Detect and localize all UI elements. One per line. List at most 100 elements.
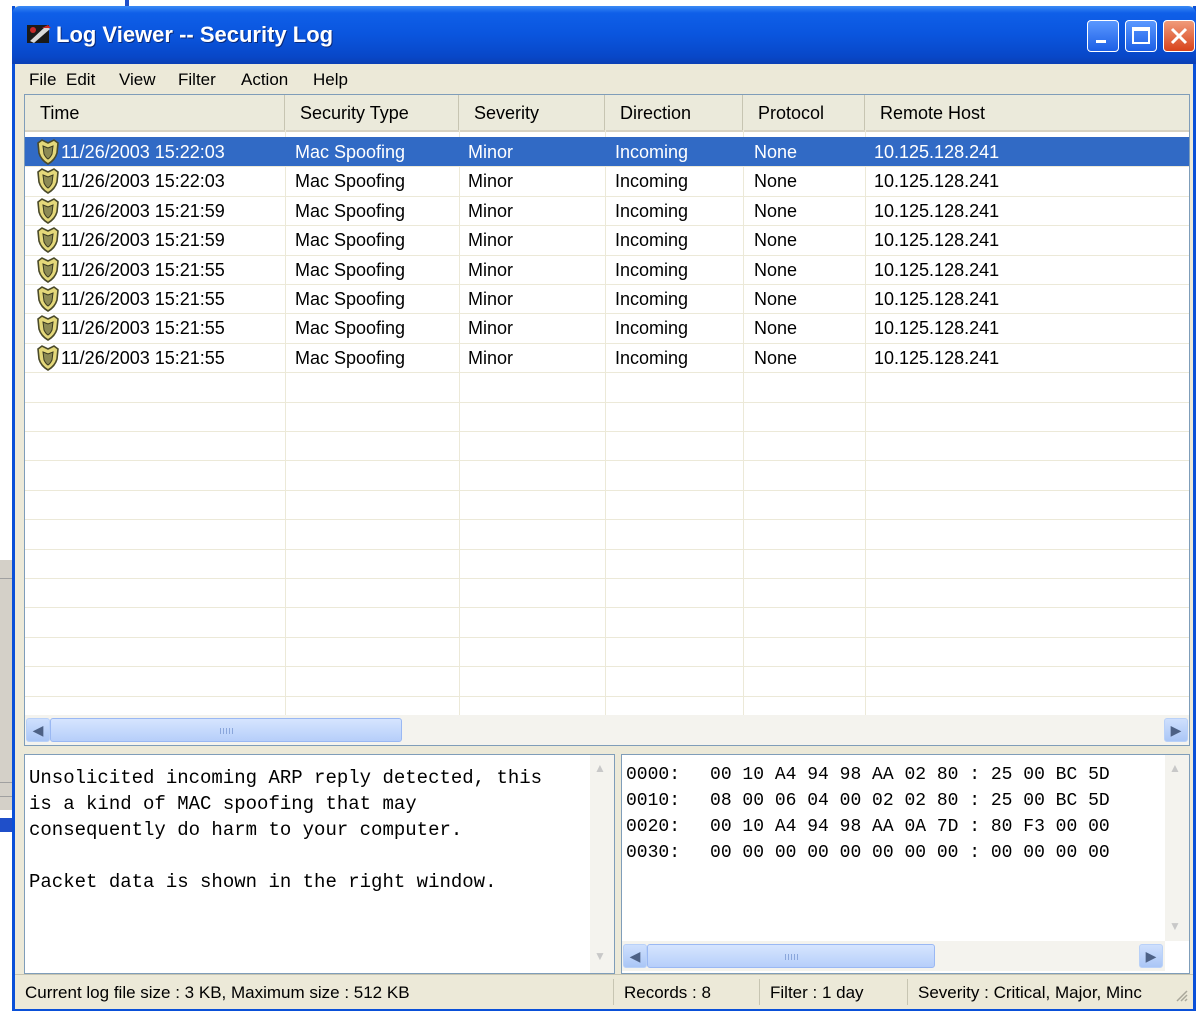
grid-line	[25, 431, 1189, 432]
table-row[interactable]: 11/26/2003 15:21:55 Mac Spoofing Minor Inco…	[25, 313, 1189, 342]
table-row[interactable]: 11/26/2003 15:21:55 Mac Spoofing Minor Inco…	[25, 343, 1189, 372]
log-viewer-window: Log Viewer -- Security Log File Edit Vie…	[12, 6, 1196, 1011]
table-row[interactable]: 11/26/2003 15:21:55 Mac Spoofing Minor Inco…	[25, 284, 1189, 313]
menu-action[interactable]: Action	[241, 70, 288, 90]
packet-data-pane[interactable]: 0000: 00 10 A4 94 98 AA 02 80 : 25 00 BC …	[621, 754, 1190, 974]
grid-line	[25, 460, 1189, 461]
cell-protocol: None	[754, 200, 798, 221]
status-severity: Severity : Critical, Major, Minc	[907, 979, 1167, 1005]
cell-type: Mac Spoofing	[295, 200, 406, 221]
column-header-time[interactable]: Time	[25, 95, 285, 130]
minimize-button[interactable]	[1087, 20, 1119, 52]
hex-line: 0000: 00 10 A4 94 98 AA 02 80 : 25 00 BC …	[626, 765, 1110, 785]
shield-icon	[37, 286, 59, 312]
hex-offset: 0030:	[626, 843, 681, 863]
scroll-left-button[interactable]: ◀	[26, 718, 50, 742]
grid-line	[25, 666, 1189, 667]
cell-host: 10.125.128.241	[874, 289, 1000, 309]
event-description-pane[interactable]: Unsolicited incoming ARP reply detected,…	[24, 754, 615, 974]
scrollbar-thumb[interactable]	[647, 944, 935, 968]
maximize-icon	[1132, 27, 1150, 44]
close-icon	[1170, 27, 1188, 45]
title-bar[interactable]: Log Viewer -- Security Log	[12, 6, 1196, 64]
cell-severity: Minor	[468, 347, 514, 368]
menu-filter[interactable]: Filter	[178, 70, 216, 90]
column-header-severity[interactable]: Severity	[459, 95, 605, 130]
cell-severity: Minor	[468, 289, 514, 309]
cell-time: 11/26/2003 15:21:55	[61, 318, 225, 339]
table-row[interactable]: 11/26/2003 15:21:59 Mac Spoofing Minor Inco…	[25, 225, 1189, 254]
event-description: Unsolicited incoming ARP reply detected,…	[29, 767, 543, 893]
cell-type: Mac Spoofing	[295, 347, 406, 368]
grid-line	[25, 372, 1189, 373]
packet-horizontal-scrollbar[interactable]: ◀ ▶	[622, 941, 1165, 971]
shield-icon	[37, 315, 59, 342]
cell-severity: Minor	[468, 259, 514, 280]
close-button[interactable]	[1163, 20, 1195, 52]
table-row[interactable]: 11/26/2003 15:21:59 Mac Spoofing Minor Inco…	[25, 196, 1189, 225]
cell-direction: Incoming	[615, 318, 689, 339]
cell-protocol: None	[754, 347, 798, 368]
window-title: Log Viewer -- Security Log	[56, 22, 334, 47]
cell-type: Mac Spoofing	[295, 259, 406, 280]
scrollbar-thumb[interactable]	[50, 718, 402, 742]
scroll-up-icon[interactable]: ▲	[1169, 761, 1181, 775]
column-header-remote-host[interactable]: Remote Host	[865, 95, 1189, 130]
list-horizontal-scrollbar[interactable]: ◀ ▶	[25, 715, 1189, 745]
cell-severity: Minor	[468, 200, 514, 221]
hex-line: 0010: 08 00 06 04 00 02 02 80 : 25 00 BC …	[626, 791, 1110, 811]
cell-host: 10.125.128.241	[874, 259, 1000, 280]
menu-help[interactable]: Help	[313, 70, 348, 90]
grid-line	[25, 578, 1189, 579]
column-header-protocol[interactable]: Protocol	[743, 95, 865, 130]
hex-bytes: 08 00 06 04 00 02 02 80 : 25 00 BC 5D	[710, 791, 1110, 811]
cell-type: Mac Spoofing	[295, 289, 406, 309]
packet-vertical-scrollbar[interactable]: ▲ ▼	[1165, 755, 1189, 941]
hex-bytes: 00 00 00 00 00 00 00 00 : 00 00 00 00	[710, 843, 1110, 863]
cell-host: 10.125.128.241	[874, 230, 1000, 251]
table-row[interactable]: 11/26/2003 15:21:55 Mac Spoofing Minor Inco…	[25, 255, 1189, 284]
column-header-direction[interactable]: Direction	[605, 95, 743, 130]
cell-time: 11/26/2003 15:22:03	[61, 142, 225, 162]
resize-grip-icon[interactable]	[1173, 987, 1189, 1003]
scroll-down-icon[interactable]: ▼	[1169, 919, 1181, 933]
menu-edit[interactable]: Edit	[66, 70, 95, 90]
table-row[interactable]: 11/26/2003 15:22:03 Mac Spoofing Minor Inco…	[25, 137, 1189, 166]
cell-direction: Incoming	[615, 230, 689, 251]
menu-view[interactable]: View	[119, 70, 156, 90]
cell-time: 11/26/2003 15:21:59	[61, 200, 225, 221]
scroll-up-icon[interactable]: ▲	[594, 761, 606, 775]
hex-offset: 0000:	[626, 765, 681, 785]
cell-direction: Incoming	[615, 142, 689, 162]
scroll-right-button[interactable]: ▶	[1164, 718, 1188, 742]
hex-line: 0020: 00 10 A4 94 98 AA 0A 7D : 80 F3 00 …	[626, 817, 1110, 837]
scroll-right-button[interactable]: ▶	[1139, 944, 1163, 968]
grid-line	[25, 696, 1189, 697]
cell-protocol: None	[754, 230, 798, 251]
log-list[interactable]: Time Security Type Severity Direction Pr…	[24, 94, 1190, 746]
status-filter: Filter : 1 day	[759, 979, 907, 1005]
grid-line	[25, 519, 1189, 520]
shield-icon	[37, 197, 59, 224]
cell-protocol: None	[754, 259, 798, 280]
maximize-button[interactable]	[1125, 20, 1157, 52]
cell-type: Mac Spoofing	[295, 318, 406, 339]
cell-host: 10.125.128.241	[874, 171, 1000, 192]
cell-type: Mac Spoofing	[295, 230, 406, 251]
scroll-down-icon[interactable]: ▼	[594, 949, 606, 963]
cell-direction: Incoming	[615, 289, 689, 309]
cell-host: 10.125.128.241	[874, 200, 1000, 221]
cell-direction: Incoming	[615, 259, 689, 280]
menu-bar: File Edit View Filter Action Help	[15, 64, 1193, 94]
column-header-security-type[interactable]: Security Type	[285, 95, 459, 130]
grid-line	[25, 402, 1189, 403]
grid-line	[25, 490, 1189, 491]
cell-severity: Minor	[468, 171, 514, 192]
description-vertical-scrollbar[interactable]: ▲ ▼	[590, 755, 614, 973]
table-row[interactable]: 11/26/2003 15:22:03 Mac Spoofing Minor Inco…	[25, 166, 1189, 195]
menu-file[interactable]: File	[29, 70, 56, 90]
shield-icon	[37, 256, 59, 283]
list-header: Time Security Type Severity Direction Pr…	[25, 95, 1189, 132]
cell-time: 11/26/2003 15:21:55	[61, 259, 225, 280]
scroll-left-button[interactable]: ◀	[623, 944, 647, 968]
